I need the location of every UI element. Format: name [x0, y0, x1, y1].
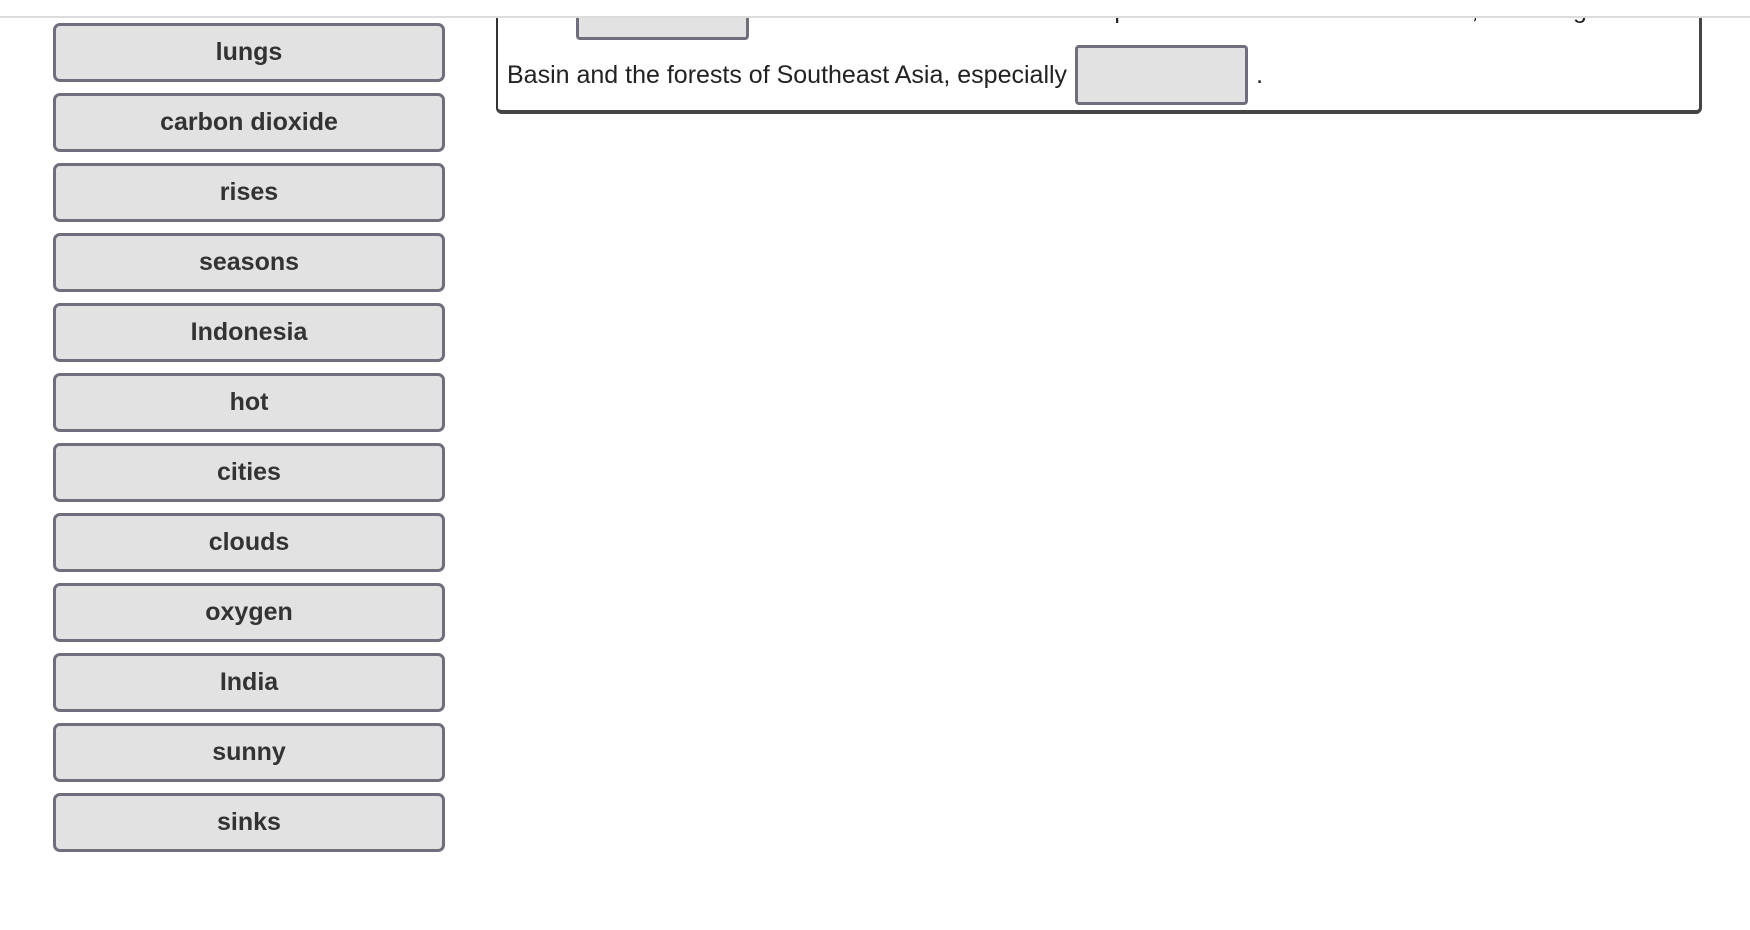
word-chip-rises[interactable]: rises [53, 163, 445, 222]
word-chip-sunny[interactable]: sunny [53, 723, 445, 782]
drop-target-blank[interactable] [1075, 45, 1249, 105]
word-bank: lungs carbon dioxide rises seasons Indon… [53, 23, 445, 863]
word-chip-lungs[interactable]: lungs [53, 23, 445, 82]
word-chip-seasons[interactable]: seasons [53, 233, 445, 292]
word-chip-clouds[interactable]: clouds [53, 513, 445, 572]
passage-text: . [1256, 60, 1264, 89]
divider [0, 16, 1750, 18]
word-chip-indonesia[interactable]: Indonesia [53, 303, 445, 362]
passage-line-2: Basin and the forests of Southeast Asia,… [507, 45, 1263, 105]
word-chip-sinks[interactable]: sinks [53, 793, 445, 852]
word-chip-hot[interactable]: hot [53, 373, 445, 432]
word-chip-cities[interactable]: cities [53, 443, 445, 502]
header-mask [0, 0, 1750, 16]
word-chip-oxygen[interactable]: oxygen [53, 583, 445, 642]
word-chip-carbon-dioxide[interactable]: carbon dioxide [53, 93, 445, 152]
word-chip-india[interactable]: India [53, 653, 445, 712]
passage-text: Basin and the forests of Southeast Asia,… [507, 60, 1068, 89]
